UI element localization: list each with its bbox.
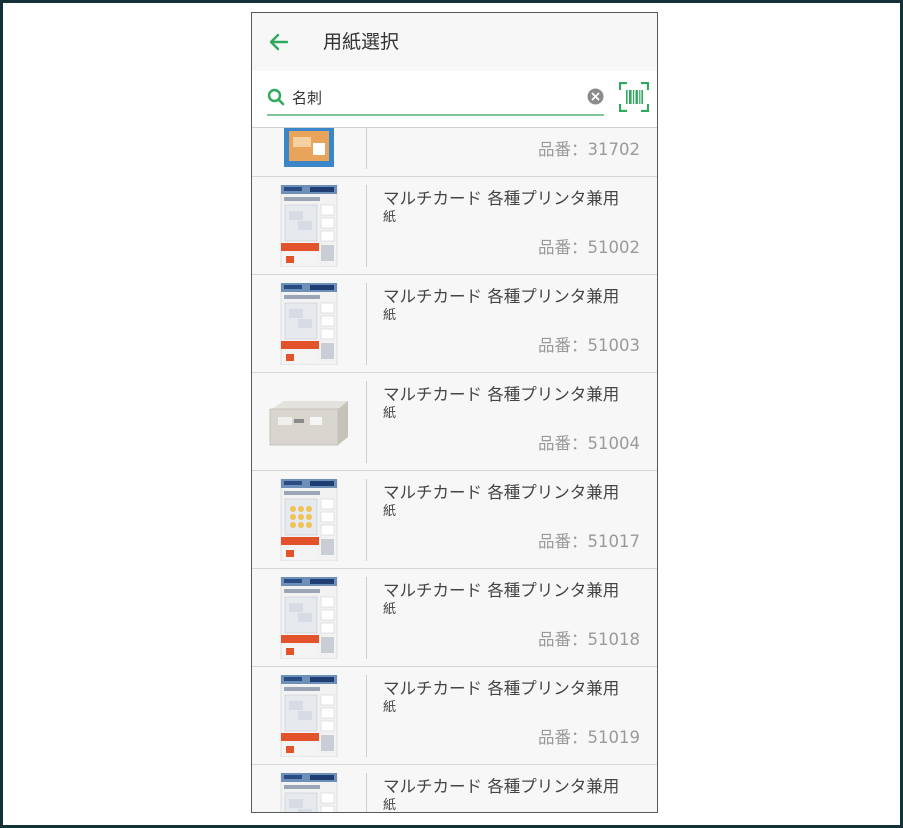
arrow-left-icon — [269, 33, 289, 51]
list-item[interactable]: マルチカード 各種プリンタ兼用紙 — [252, 765, 657, 812]
list-item[interactable]: マルチカード 各種プリンタ兼用紙品番：51019 — [252, 667, 657, 765]
product-thumbnail — [268, 773, 350, 812]
item-product-code: 品番：51017 — [538, 532, 640, 551]
item-separator — [366, 577, 367, 659]
app-header: 用紙選択 — [252, 13, 657, 71]
product-thumbnail — [268, 675, 350, 757]
clear-icon[interactable] — [587, 88, 604, 105]
search-icon — [267, 88, 285, 106]
item-product-code: 品番：31702 — [538, 140, 640, 159]
item-separator — [366, 128, 367, 169]
item-name-continued: 紙 — [383, 798, 397, 812]
item-name: マルチカード 各種プリンタ兼用 — [383, 385, 620, 404]
product-thumbnail — [268, 283, 350, 365]
item-separator — [366, 675, 367, 757]
item-product-code: 品番：51019 — [538, 728, 640, 747]
product-thumbnail — [268, 479, 350, 561]
item-name: マルチカード 各種プリンタ兼用 — [383, 777, 620, 796]
item-name: マルチカード 各種プリンタ兼用 — [383, 679, 620, 698]
barcode-scan-icon[interactable] — [619, 82, 649, 112]
item-product-code: 品番：51003 — [538, 336, 640, 355]
list-item[interactable]: マルチカード 各種プリンタ兼用紙品番：51003 — [252, 275, 657, 373]
item-name: マルチカード 各種プリンタ兼用 — [383, 483, 620, 502]
item-name: マルチカード 各種プリンタ兼用 — [383, 189, 620, 208]
product-thumbnail — [268, 185, 350, 267]
item-separator — [366, 479, 367, 561]
list-item[interactable]: マルチカード 各種プリンタ兼用紙品番：51017 — [252, 471, 657, 569]
list-item[interactable]: 品番：31702 — [252, 128, 657, 177]
product-thumbnail — [268, 577, 350, 659]
item-name-continued: 紙 — [383, 700, 397, 715]
product-list-inner: 品番：31702 マルチカード 各種プリンタ兼用紙品番：51002 マルチカード 各… — [252, 128, 657, 812]
product-thumbnail — [268, 381, 350, 463]
product-list[interactable]: 品番：31702 マルチカード 各種プリンタ兼用紙品番：51002 マルチカード 各… — [252, 128, 657, 812]
search-input[interactable] — [292, 85, 562, 109]
screenshot-frame: 用紙選択 名刺 品番：31702 マルチカード 各種プリンタ兼用 紙 品番：51… — [0, 0, 903, 828]
app-screen: 用紙選択 名刺 品番：31702 マルチカード 各種プリンタ兼用 紙 品番：51… — [251, 12, 658, 813]
list-item[interactable]: マルチカード 各種プリンタ兼用紙品番：51018 — [252, 569, 657, 667]
item-name-continued: 紙 — [383, 504, 397, 519]
item-name-continued: 紙 — [383, 308, 397, 323]
product-thumbnail — [268, 128, 350, 169]
item-separator — [366, 381, 367, 463]
list-item[interactable]: マルチカード 各種プリンタ兼用紙品番：51002 — [252, 177, 657, 275]
item-name-continued: 紙 — [383, 406, 397, 421]
item-separator — [366, 773, 367, 812]
item-name-continued: 紙 — [383, 602, 397, 617]
item-product-code: 品番：51004 — [538, 434, 640, 453]
list-item[interactable]: マルチカード 各種プリンタ兼用紙品番：51004 — [252, 373, 657, 471]
item-name: マルチカード 各種プリンタ兼用 — [383, 287, 620, 306]
item-product-code: 品番：51002 — [538, 238, 640, 257]
search-bar — [252, 71, 657, 128]
item-product-code: 品番：51018 — [538, 630, 640, 649]
item-separator — [366, 185, 367, 267]
item-name: マルチカード 各種プリンタ兼用 — [383, 581, 620, 600]
search-box — [267, 81, 604, 116]
item-separator — [366, 283, 367, 365]
item-name-continued: 紙 — [383, 210, 397, 225]
page-title: 用紙選択 — [323, 31, 400, 53]
back-button[interactable] — [266, 29, 292, 55]
